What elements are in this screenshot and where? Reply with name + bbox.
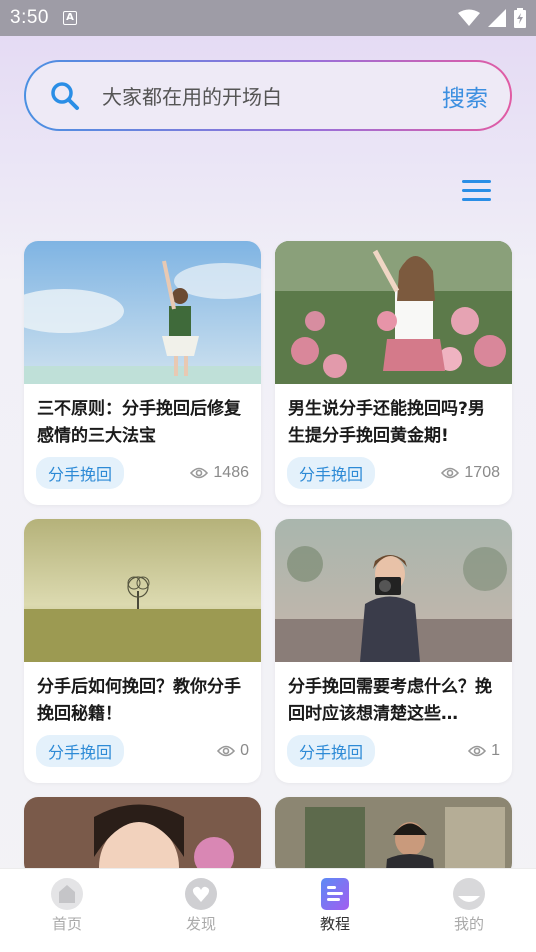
article-card[interactable] <box>24 797 261 877</box>
nav-item-profile[interactable]: 我的 <box>402 869 536 952</box>
signal-icon <box>488 9 506 27</box>
article-title: 男生说分手还能挽回吗?男生提分手挽回黄金期! <box>288 399 485 446</box>
article-card[interactable]: 分手后如何挽回？教你分手挽回秘籍！ 分手挽回 0 <box>24 519 261 783</box>
article-image <box>275 797 512 877</box>
eye-icon <box>217 745 236 757</box>
article-image <box>24 519 261 662</box>
view-count: 0 <box>217 742 249 760</box>
view-count-value: 0 <box>240 742 249 759</box>
wifi-icon <box>458 9 480 26</box>
search-input[interactable]: 大家都在用的开场白 <box>102 81 442 110</box>
discover-heart-icon <box>185 878 217 910</box>
article-image <box>275 519 512 662</box>
search-icon[interactable] <box>50 81 80 111</box>
eye-icon <box>190 467 209 479</box>
article-title: 三不原则：分手挽回后修复感情的三大法宝 <box>37 399 241 446</box>
article-card[interactable]: 三不原则：分手挽回后修复感情的三大法宝 分手挽回 1486 <box>24 241 261 505</box>
eye-icon <box>468 745 487 757</box>
notification-a-icon: A <box>62 11 77 25</box>
home-icon <box>51 878 83 910</box>
view-count-value: 1486 <box>213 464 249 481</box>
article-tag[interactable]: 分手挽回 <box>36 457 125 489</box>
nav-item-discover[interactable]: 发现 <box>134 869 268 952</box>
article-title: 分手挽回需要考虑什么？挽回时应该想清楚这些… <box>288 677 492 724</box>
view-count: 1708 <box>441 464 500 482</box>
search-bar[interactable]: 大家都在用的开场白 搜索 <box>24 60 512 131</box>
status-bar: 3:50 A <box>0 0 536 36</box>
battery-icon <box>514 8 526 28</box>
article-card[interactable]: 男生说分手还能挽回吗?男生提分手挽回黄金期! 分手挽回 1708 <box>275 241 512 505</box>
nav-label: 发现 <box>185 915 216 933</box>
status-time: 3:50 <box>10 7 49 28</box>
menu-icon[interactable] <box>462 180 491 202</box>
article-image <box>24 797 261 877</box>
nav-label: 首页 <box>51 915 82 933</box>
article-title: 分手后如何挽回？教你分手挽回秘籍！ <box>37 677 241 724</box>
article-tag[interactable]: 分手挽回 <box>287 457 376 489</box>
view-count: 1486 <box>190 464 249 482</box>
profile-face-icon <box>453 878 485 910</box>
bottom-nav: 首页 发现 教程 我的 <box>0 868 536 952</box>
view-count-value: 1708 <box>464 464 500 481</box>
tutorial-doc-icon <box>321 878 349 910</box>
view-count-value: 1 <box>491 742 500 759</box>
article-image <box>24 241 261 384</box>
nav-item-home[interactable]: 首页 <box>0 869 134 952</box>
article-tag[interactable]: 分手挽回 <box>287 735 376 767</box>
article-card[interactable] <box>275 797 512 877</box>
nav-label: 我的 <box>453 915 484 933</box>
status-icons <box>458 8 526 28</box>
article-card[interactable]: 分手挽回需要考虑什么？挽回时应该想清楚这些… 分手挽回 1 <box>275 519 512 783</box>
search-button[interactable]: 搜索 <box>442 79 488 113</box>
nav-item-tutorial[interactable]: 教程 <box>268 869 402 952</box>
view-count: 1 <box>468 742 500 760</box>
article-tag[interactable]: 分手挽回 <box>36 735 125 767</box>
article-image <box>275 241 512 384</box>
eye-icon <box>441 467 460 479</box>
nav-label: 教程 <box>319 915 350 933</box>
